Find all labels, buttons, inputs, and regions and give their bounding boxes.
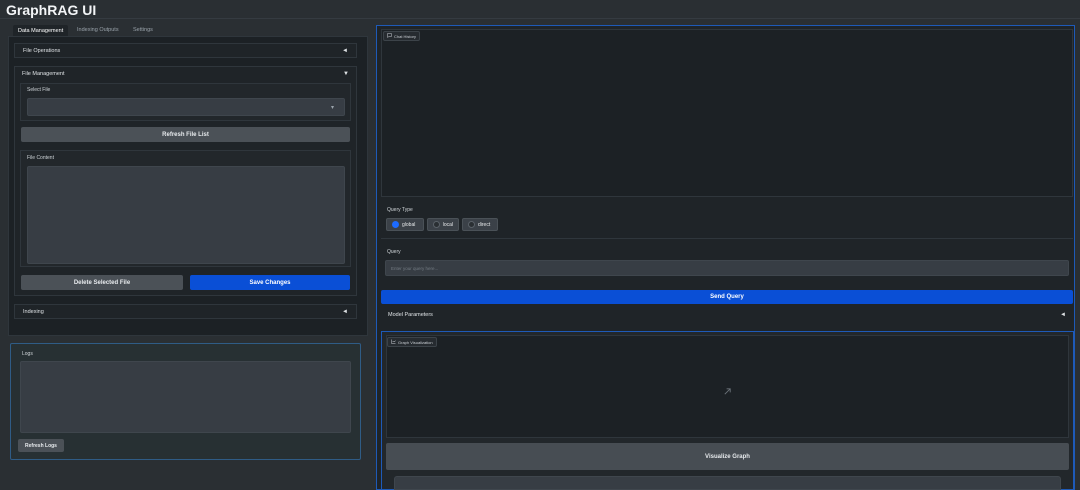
radio-direct[interactable]: direct xyxy=(462,218,498,231)
chat-history-label: Chat History xyxy=(394,33,417,39)
graph-output-area xyxy=(394,476,1061,490)
title-divider xyxy=(0,18,1080,19)
caret-left-icon: ◄ xyxy=(1060,311,1066,318)
file-operations-accordion[interactable]: File Operations ◄ xyxy=(14,43,357,58)
radio-local[interactable]: local xyxy=(427,218,459,231)
query-input[interactable]: Enter your query here... xyxy=(385,260,1069,276)
send-query-button[interactable]: Send Query xyxy=(381,290,1073,304)
chat-history-box xyxy=(381,29,1073,197)
radio-direct-label: direct xyxy=(478,221,491,228)
query-type-label: Query Type xyxy=(387,207,413,213)
file-content-label: File Content xyxy=(27,155,54,161)
logs-label: Logs xyxy=(22,351,33,357)
query-label: Query xyxy=(387,249,401,255)
delete-selected-file-button[interactable]: Delete Selected File xyxy=(21,275,183,290)
refresh-logs-button[interactable]: Refresh Logs xyxy=(18,439,64,452)
radio-local-label: local xyxy=(442,221,453,228)
tab-settings[interactable]: Settings xyxy=(133,27,153,33)
model-parameters-label: Model Parameters xyxy=(388,311,433,318)
save-changes-button[interactable]: Save Changes xyxy=(190,275,350,290)
radio-dot-selected xyxy=(392,221,399,228)
radio-dot xyxy=(433,221,440,228)
caret-left-icon: ◄ xyxy=(342,308,348,315)
divider xyxy=(381,238,1073,239)
image-placeholder-icon xyxy=(723,383,732,401)
chat-bubble-icon xyxy=(387,33,392,39)
select-file-dropdown[interactable]: ▾ xyxy=(27,98,345,116)
file-operations-label: File Operations xyxy=(23,47,61,54)
caret-left-icon: ◄ xyxy=(342,47,348,54)
radio-global-label: global xyxy=(402,221,416,228)
graph-visualization-label: Graph Visualization xyxy=(398,339,433,345)
tab-indexing-outputs[interactable]: Indexing Outputs xyxy=(77,27,119,33)
app-title: GraphRAG UI xyxy=(6,2,97,18)
chevron-down-icon: ▾ xyxy=(330,104,334,111)
chat-history-tag: Chat History xyxy=(383,31,421,41)
indexing-label: Indexing xyxy=(23,308,44,315)
graph-visualization-tag: Graph Visualization xyxy=(387,337,437,347)
model-parameters-accordion[interactable]: Model Parameters ◄ xyxy=(380,308,1074,321)
indexing-accordion[interactable]: Indexing ◄ xyxy=(14,304,357,319)
radio-dot xyxy=(468,221,475,228)
file-content-textarea[interactable] xyxy=(27,166,345,264)
chart-icon xyxy=(391,339,396,345)
radio-global[interactable]: global xyxy=(386,218,424,231)
select-file-label: Select File xyxy=(27,87,51,93)
logs-textarea[interactable] xyxy=(20,361,351,433)
visualize-graph-button[interactable]: Visualize Graph xyxy=(386,443,1069,470)
caret-down-icon: ▼ xyxy=(343,71,349,77)
file-management-label: File Management xyxy=(22,71,65,77)
refresh-file-list-button[interactable]: Refresh File List xyxy=(21,127,350,142)
file-management-accordion[interactable]: File Management ▼ xyxy=(14,68,357,80)
